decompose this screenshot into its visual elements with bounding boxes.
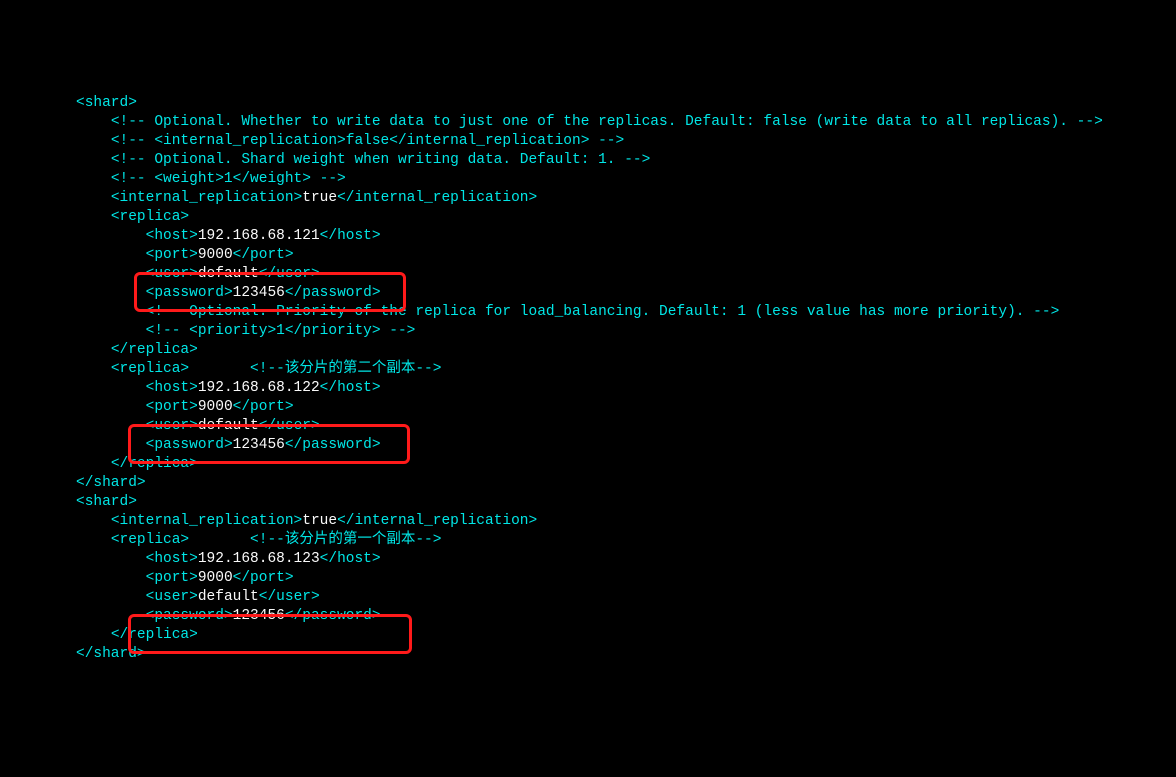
token-comment: <!-- <priority>1</priority> --> (146, 323, 416, 339)
token-tag: </shard> (76, 475, 146, 491)
token-text: 192.168.68.123 (198, 551, 320, 567)
code-line: <user>default</user> (0, 265, 1176, 284)
token-tag: </host> (320, 380, 381, 396)
token-tag: </host> (320, 228, 381, 244)
token-text: 123456 (233, 285, 285, 301)
token-tag: </port> (233, 399, 294, 415)
token-tag: <port> (146, 399, 198, 415)
token-text: 9000 (198, 570, 233, 586)
code-line: <password>123456</password> (0, 436, 1176, 455)
code-line: <internal_replication>true</internal_rep… (0, 189, 1176, 208)
token-text: 123456 (233, 437, 285, 453)
token-comment: <!-- Optional. Shard weight when writing… (111, 152, 651, 168)
xml-code-block: <shard> <!-- Optional. Whether to write … (0, 94, 1176, 664)
token-tag: </internal_replication> (337, 190, 537, 206)
token-tag: </user> (259, 266, 320, 282)
code-line: <replica> (0, 208, 1176, 227)
code-line: <host>192.168.68.121</host> (0, 227, 1176, 246)
token-comment: <!--该分片的第二个副本--> (250, 361, 441, 377)
code-line: <host>192.168.68.123</host> (0, 550, 1176, 569)
token-comment: <!-- Optional. Priority of the replica f… (146, 304, 1060, 320)
code-line: <!-- Optional. Priority of the replica f… (0, 303, 1176, 322)
token-tag: <port> (146, 570, 198, 586)
code-line: <!-- <weight>1</weight> --> (0, 170, 1176, 189)
code-line: </shard> (0, 474, 1176, 493)
token-text: default (198, 589, 259, 605)
token-text: 9000 (198, 247, 233, 263)
token-tag: </replica> (111, 342, 198, 358)
code-line: <port>9000</port> (0, 246, 1176, 265)
token-tag: </user> (259, 418, 320, 434)
token-tag: </password> (285, 608, 381, 624)
token-tag: </port> (233, 247, 294, 263)
token-tag: </replica> (111, 627, 198, 643)
token-tag: <replica> (111, 532, 250, 548)
code-line: <!-- Optional. Whether to write data to … (0, 113, 1176, 132)
token-tag: <host> (146, 228, 198, 244)
code-line: <password>123456</password> (0, 284, 1176, 303)
code-line: <port>9000</port> (0, 569, 1176, 588)
token-tag: </password> (285, 285, 381, 301)
code-line: <!-- <priority>1</priority> --> (0, 322, 1176, 341)
token-text: default (198, 266, 259, 282)
token-tag: </replica> (111, 456, 198, 472)
code-line: <password>123456</password> (0, 607, 1176, 626)
token-comment: <!-- Optional. Whether to write data to … (111, 114, 1103, 130)
code-line: <replica> <!--该分片的第一个副本--> (0, 531, 1176, 550)
token-tag: </user> (259, 589, 320, 605)
token-comment: <!-- <weight>1</weight> --> (111, 171, 346, 187)
token-text: 192.168.68.122 (198, 380, 320, 396)
code-line: <!-- <internal_replication>false</intern… (0, 132, 1176, 151)
code-line: <user>default</user> (0, 417, 1176, 436)
token-tag: <user> (146, 589, 198, 605)
code-line: <internal_replication>true</internal_rep… (0, 512, 1176, 531)
token-tag: </password> (285, 437, 381, 453)
token-text: 123456 (233, 608, 285, 624)
code-line: <port>9000</port> (0, 398, 1176, 417)
code-line: <shard> (0, 94, 1176, 113)
token-tag: </internal_replication> (337, 513, 537, 529)
token-tag: <password> (146, 608, 233, 624)
token-text: 192.168.68.121 (198, 228, 320, 244)
code-line: <!-- Optional. Shard weight when writing… (0, 151, 1176, 170)
token-comment: <!-- <internal_replication>false</intern… (111, 133, 624, 149)
code-line: <user>default</user> (0, 588, 1176, 607)
code-line: <host>192.168.68.122</host> (0, 379, 1176, 398)
token-text: true (302, 190, 337, 206)
token-tag: <user> (146, 266, 198, 282)
code-line: </shard> (0, 645, 1176, 664)
token-comment: <!--该分片的第一个副本--> (250, 532, 441, 548)
token-tag: <shard> (76, 95, 137, 111)
token-tag: </host> (320, 551, 381, 567)
token-text: default (198, 418, 259, 434)
token-tag: <password> (146, 285, 233, 301)
token-tag: <shard> (76, 494, 137, 510)
code-line: </replica> (0, 626, 1176, 645)
code-line: <replica> <!--该分片的第二个副本--> (0, 360, 1176, 379)
token-tag: <port> (146, 247, 198, 263)
code-line: </replica> (0, 341, 1176, 360)
token-tag: </port> (233, 570, 294, 586)
token-tag: <replica> (111, 209, 189, 225)
code-line: <shard> (0, 493, 1176, 512)
code-line: </replica> (0, 455, 1176, 474)
token-tag: <host> (146, 380, 198, 396)
token-text: true (302, 513, 337, 529)
token-text: 9000 (198, 399, 233, 415)
token-tag: <user> (146, 418, 198, 434)
token-tag: <host> (146, 551, 198, 567)
token-tag: <password> (146, 437, 233, 453)
token-tag: <internal_replication> (111, 513, 302, 529)
token-tag: </shard> (76, 646, 146, 662)
token-tag: <replica> (111, 361, 250, 377)
token-tag: <internal_replication> (111, 190, 302, 206)
